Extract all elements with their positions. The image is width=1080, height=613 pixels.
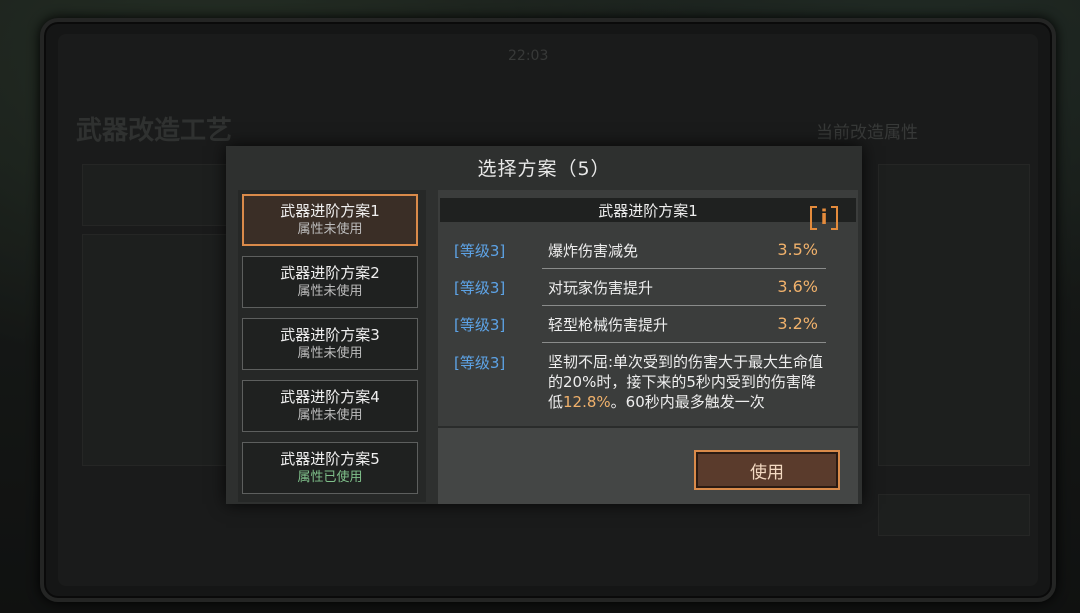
attribute-value: 3.6% [777, 277, 818, 296]
plan-detail-footer: 使用 [438, 426, 858, 504]
attribute-name: 爆炸伤害减免 [548, 242, 639, 260]
attribute-level: [等级3] [454, 279, 506, 297]
info-icon[interactable]: i [810, 204, 838, 230]
plan-item-4[interactable]: 武器进阶方案4 属性未使用 [242, 380, 418, 432]
special-attribute-row: [等级3] 坚韧不屈:单次受到的伤害大于最大生命值的20%时，接下来的5秒内受到… [438, 352, 858, 424]
attribute-row: [等级3] 爆炸伤害减免 3.5% [438, 240, 858, 276]
plan-status: 属性未使用 [297, 284, 363, 299]
plan-name: 武器进阶方案4 [280, 388, 380, 406]
select-plan-dialog: 选择方案（5） 武器进阶方案1 属性未使用 武器进阶方案2 属性未使用 武器进阶… [226, 146, 862, 504]
plan-item-2[interactable]: 武器进阶方案2 属性未使用 [242, 256, 418, 308]
attribute-level: [等级3] [454, 316, 506, 334]
plan-name: 武器进阶方案2 [280, 264, 380, 282]
attribute-row: [等级3] 轻型枪械伤害提升 3.2% [438, 314, 858, 350]
plan-detail-panel: 武器进阶方案1 i [等级3] 爆炸伤害减免 3.5% [等级3] 对玩家伤害提… [438, 190, 858, 504]
use-button[interactable]: 使用 [694, 450, 840, 490]
attribute-divider [542, 342, 826, 343]
attribute-divider [542, 268, 826, 269]
plan-detail-title: 武器进阶方案1 i [440, 198, 856, 230]
attribute-row: [等级3] 对玩家伤害提升 3.6% [438, 277, 858, 313]
plan-item-3[interactable]: 武器进阶方案3 属性未使用 [242, 318, 418, 370]
special-highlight-value: 12.8% [563, 393, 611, 411]
attribute-value: 3.2% [777, 314, 818, 333]
attribute-divider [542, 305, 826, 306]
plan-name: 武器进阶方案3 [280, 326, 380, 344]
plan-item-5[interactable]: 武器进阶方案5 属性已使用 [242, 442, 418, 494]
plan-list: 武器进阶方案1 属性未使用 武器进阶方案2 属性未使用 武器进阶方案3 属性未使… [238, 190, 426, 502]
dialog-title: 选择方案（5） [477, 157, 611, 180]
plan-item-1[interactable]: 武器进阶方案1 属性未使用 [242, 194, 418, 246]
attribute-name: 轻型枪械伤害提升 [548, 316, 669, 334]
attribute-list[interactable]: [等级3] 爆炸伤害减免 3.5% [等级3] 对玩家伤害提升 3.6% [等级… [438, 230, 858, 424]
plan-name: 武器进阶方案1 [280, 202, 380, 220]
plan-name: 武器进阶方案5 [280, 450, 380, 468]
attribute-name: 对玩家伤害提升 [548, 279, 654, 297]
plan-status: 属性未使用 [297, 222, 363, 237]
plan-detail-title-text: 武器进阶方案1 [598, 201, 698, 220]
attribute-value: 3.5% [777, 240, 818, 259]
plan-status: 属性已使用 [297, 470, 363, 485]
special-text-part2: 。60秒内最多触发一次 [610, 393, 765, 411]
plan-status: 属性未使用 [297, 346, 363, 361]
attribute-level: [等级3] [454, 354, 506, 372]
plan-status: 属性未使用 [297, 408, 363, 423]
special-attribute-description: 坚韧不屈:单次受到的伤害大于最大生命值的20%时，接下来的5秒内受到的伤害降低1… [548, 352, 824, 412]
attribute-level: [等级3] [454, 242, 506, 260]
